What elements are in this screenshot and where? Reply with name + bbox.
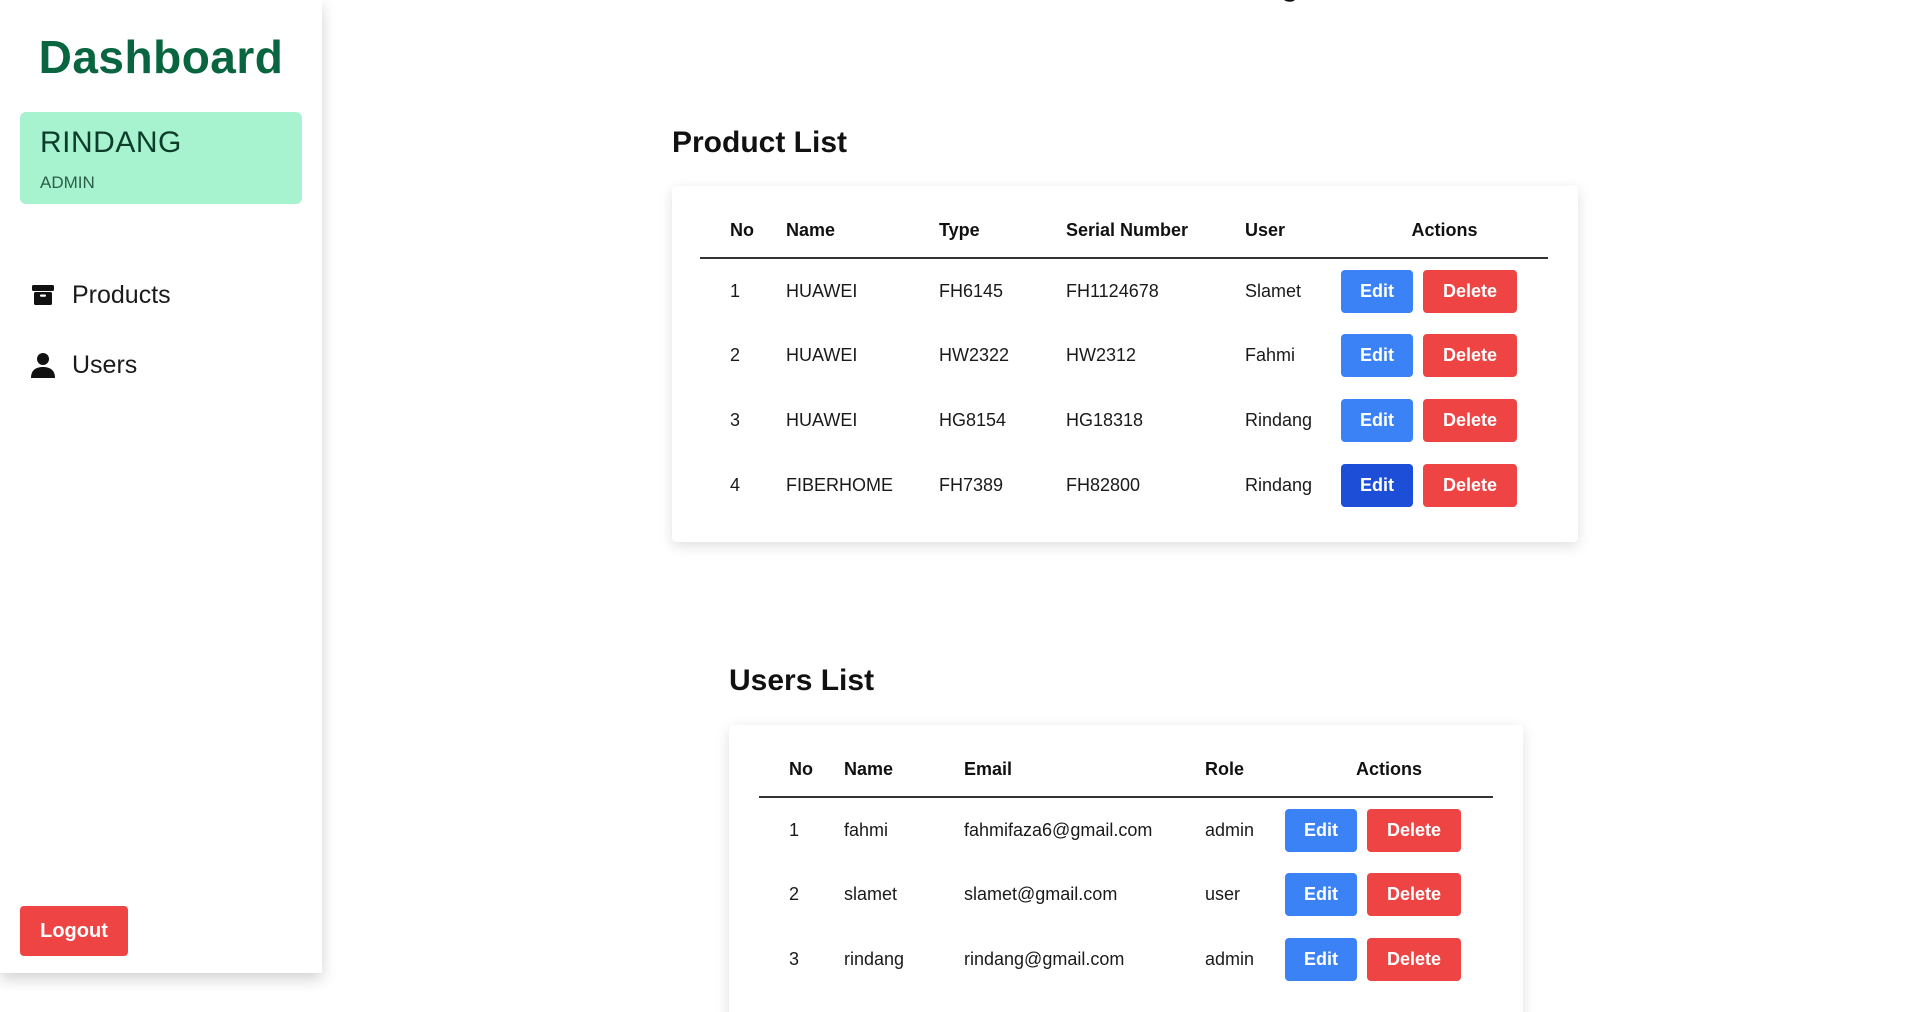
cell-role: user xyxy=(1205,884,1241,904)
cell-no: 2 xyxy=(730,345,741,365)
cell-no: 3 xyxy=(789,949,800,969)
sidebar-item-label: Products xyxy=(72,280,171,309)
cell-type: HG8154 xyxy=(939,410,1007,430)
cell-no: 3 xyxy=(730,410,741,430)
cell-email: rindang@gmail.com xyxy=(964,949,1125,969)
product-table: No Name Type Serial Number User Actions … xyxy=(700,204,1548,518)
edit-button[interactable]: Edit xyxy=(1341,269,1413,313)
users-table-card: No Name Email Role Actions 1 fahmi fahmi… xyxy=(729,725,1523,1012)
edit-button[interactable]: Edit xyxy=(1285,808,1357,852)
column-header: Actions xyxy=(1341,204,1548,259)
column-header: No xyxy=(700,204,786,259)
logout-button[interactable]: Logout xyxy=(20,906,128,956)
column-header: Actions xyxy=(1285,743,1493,798)
cell-no: 1 xyxy=(789,819,800,840)
cell-actions: Edit Delete xyxy=(1341,323,1548,388)
cell-role: admin xyxy=(1205,819,1255,840)
delete-button[interactable]: Delete xyxy=(1367,873,1461,916)
cell-no: 4 xyxy=(730,475,741,495)
product-list-title: Product List xyxy=(672,126,848,159)
edit-button[interactable]: Edit xyxy=(1285,938,1357,981)
cell-name: rindang xyxy=(844,949,905,969)
edit-button[interactable]: Edit xyxy=(1341,399,1413,442)
cell-actions: Edit Delete xyxy=(1341,258,1548,323)
app-title: Dashboard xyxy=(38,31,284,83)
column-header: Serial Number xyxy=(1066,204,1245,259)
edit-button[interactable]: Edit xyxy=(1341,464,1413,507)
profile-role: ADMIN xyxy=(40,173,95,192)
cell-role: admin xyxy=(1205,949,1255,969)
column-header: User xyxy=(1245,204,1341,259)
sidebar-item-users[interactable]: Users xyxy=(30,345,137,385)
delete-button[interactable]: Delete xyxy=(1367,808,1461,852)
sidebar-item-products[interactable]: Products xyxy=(30,275,171,315)
product-table-card: No Name Type Serial Number User Actions … xyxy=(672,186,1578,542)
delete-button[interactable]: Delete xyxy=(1423,464,1517,507)
delete-button[interactable]: Delete xyxy=(1423,269,1517,313)
delete-button[interactable]: Delete xyxy=(1423,399,1517,442)
cell-serial: FH82800 xyxy=(1066,475,1141,495)
table-header-row: No Name Type Serial Number User Actions xyxy=(700,204,1548,259)
sidebar: Dashboard RINDANG ADMIN Products Users L… xyxy=(0,0,322,973)
table-header-row: No Name Email Role Actions xyxy=(759,743,1493,798)
cell-email: fahmifaza6@gmail.com xyxy=(964,819,1153,840)
cell-name: HUAWEI xyxy=(786,345,858,365)
delete-button[interactable]: Delete xyxy=(1367,938,1461,981)
profile-name: RINDANG xyxy=(40,126,182,159)
clipped-heading-fragment xyxy=(1280,0,1300,4)
cell-type: FH6145 xyxy=(939,280,1004,301)
cell-serial: HW2312 xyxy=(1066,345,1137,365)
table-row: 3 HUAWEI HG8154 HG18318 Rindang Edit Dele… xyxy=(700,388,1548,453)
table-row: 4 FIBERHOME FH7389 FH82800 Rindang Edit D… xyxy=(700,453,1548,518)
cell-serial: HG18318 xyxy=(1066,410,1144,430)
cell-serial: FH1124678 xyxy=(1066,280,1159,301)
cell-name: slamet xyxy=(844,884,898,904)
edit-button[interactable]: Edit xyxy=(1285,873,1357,916)
cell-user: Rindang xyxy=(1245,475,1313,495)
users-table: No Name Email Role Actions 1 fahmi fahmi… xyxy=(759,743,1493,992)
table-row: 2 slamet slamet@gmail.com user Edit Delet… xyxy=(759,862,1493,927)
table-row: 3 rindang rindang@gmail.com admin Edit De… xyxy=(759,927,1493,992)
delete-button[interactable]: Delete xyxy=(1423,334,1517,377)
table-row: 2 HUAWEI HW2322 HW2312 Fahmi Edit Delete xyxy=(700,323,1548,388)
cell-name: HUAWEI xyxy=(786,280,858,301)
column-header: Type xyxy=(939,204,1066,259)
column-header: Name xyxy=(844,743,964,798)
cell-actions: Edit Delete xyxy=(1285,797,1493,862)
box-icon xyxy=(30,282,56,308)
cell-name: HUAWEI xyxy=(786,410,858,430)
cell-type: HW2322 xyxy=(939,345,1010,365)
cell-email: slamet@gmail.com xyxy=(964,884,1118,904)
cell-no: 1 xyxy=(730,280,741,301)
column-header: Email xyxy=(964,743,1205,798)
column-header: Name xyxy=(786,204,939,259)
users-list-title: Users List xyxy=(729,664,875,697)
edit-button[interactable]: Edit xyxy=(1341,334,1413,377)
column-header: Role xyxy=(1205,743,1285,798)
cell-actions: Edit Delete xyxy=(1341,388,1548,453)
cell-user: Rindang xyxy=(1245,410,1313,430)
cell-user: Slamet xyxy=(1245,280,1302,301)
cell-name: fahmi xyxy=(844,819,889,840)
table-row: 1 HUAWEI FH6145 FH1124678 Slamet Edit Del… xyxy=(700,258,1548,323)
column-header: No xyxy=(759,743,844,798)
cell-type: FH7389 xyxy=(939,475,1004,495)
cell-name: FIBERHOME xyxy=(786,475,894,495)
sidebar-item-label: Users xyxy=(72,350,138,379)
cell-no: 2 xyxy=(789,884,800,904)
table-row: 1 fahmi fahmifaza6@gmail.com admin Edit D… xyxy=(759,797,1493,862)
cell-user: Fahmi xyxy=(1245,345,1296,365)
cell-actions: Edit Delete xyxy=(1285,927,1493,992)
cell-actions: Edit Delete xyxy=(1341,453,1548,518)
profile-card: RINDANG ADMIN xyxy=(20,112,302,204)
user-icon xyxy=(30,352,56,378)
cell-actions: Edit Delete xyxy=(1285,862,1493,927)
